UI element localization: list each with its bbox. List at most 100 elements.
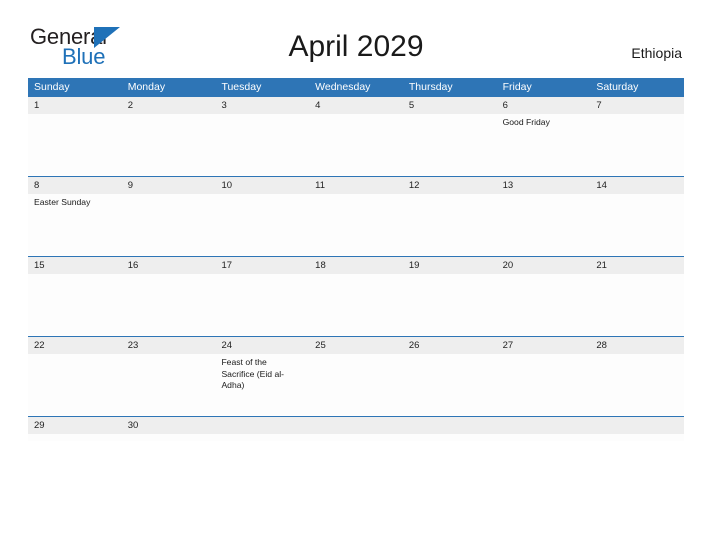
day-number-9[interactable]: 9	[122, 177, 216, 194]
page-header: General Blue April 2029 Ethiopia	[0, 0, 712, 68]
day-cell-events-empty	[215, 194, 309, 255]
day-cell-events-empty	[309, 274, 403, 335]
weekday-header-wednesday: Wednesday	[315, 81, 371, 93]
country-label: Ethiopia	[631, 45, 682, 61]
day-cell-events-empty	[403, 114, 497, 175]
weekday-header-tuesday: Tuesday	[221, 81, 262, 93]
week-event-band	[28, 274, 684, 335]
weekday-header-row: Sunday Monday Tuesday Wednesday Thursday Frid…	[28, 78, 684, 96]
day-cell-events-empty	[403, 274, 497, 335]
day-number-22[interactable]: 22	[28, 337, 122, 354]
day-number-10[interactable]: 10	[215, 177, 309, 194]
day-cell-events-empty	[497, 354, 591, 415]
week-event-band: Good Friday	[28, 114, 684, 175]
weekday-header-thursday: Thursday	[408, 81, 453, 93]
day-number-28[interactable]: 28	[590, 337, 684, 354]
day-number-27[interactable]: 27	[497, 337, 591, 354]
day-number-6[interactable]: 6	[497, 97, 591, 114]
week-date-band: 29 30	[28, 417, 684, 434]
day-cell-events-empty	[590, 434, 684, 441]
week-event-band: Feast of the Sacrifice (Eid al-Adha)	[28, 354, 684, 415]
day-cell-events-empty	[403, 354, 497, 415]
day-cell-events-empty	[497, 434, 591, 441]
weekday-header-monday: Monday	[127, 81, 166, 93]
day-number-14[interactable]: 14	[590, 177, 684, 194]
week-event-band: Easter Sunday	[28, 194, 684, 255]
weekday-header-saturday: Saturday	[596, 81, 639, 93]
day-number-18[interactable]: 18	[309, 257, 403, 274]
calendar-week-row: 15 16 17 18 19 20 21	[28, 256, 684, 336]
day-number-21[interactable]: 21	[590, 257, 684, 274]
week-date-band: 1234567	[28, 97, 684, 114]
day-number-29[interactable]: 29	[28, 417, 122, 434]
day-cell-events-empty	[215, 114, 309, 175]
day-number-empty	[309, 417, 403, 434]
day-number-2[interactable]: 2	[122, 97, 216, 114]
calendar-week-row: 1 2 3 4 5 6 7 Good Friday	[28, 96, 684, 176]
day-cell-events-empty	[215, 274, 309, 335]
day-cell-events-empty	[122, 434, 216, 441]
day-cell-events-empty	[309, 434, 403, 441]
day-cell-events-empty	[403, 194, 497, 255]
calendar-week-row: 29 30	[28, 416, 684, 442]
day-cell-events-empty	[497, 194, 591, 255]
day-cell-events-empty	[309, 114, 403, 175]
day-cell-events-empty	[497, 274, 591, 335]
day-number-13[interactable]: 13	[497, 177, 591, 194]
day-cell-events-8[interactable]: Easter Sunday	[28, 194, 122, 255]
day-cell-events-empty	[122, 274, 216, 335]
calendar-weeks: 1 2 3 4 5 6 7 Good Friday 8 9 10 11 12 13 14 Easter Sun…	[28, 96, 684, 442]
calendar-week-row: 22 23 24 25 26 27 28 Feast of the Sacrifice (Ei…	[28, 336, 684, 416]
day-number-1[interactable]: 1	[28, 97, 122, 114]
event-label: Good Friday	[502, 117, 550, 127]
day-number-30[interactable]: 30	[122, 417, 216, 434]
week-date-band: 22 23 24 25 26 27 28	[28, 337, 684, 354]
day-number-4[interactable]: 4	[309, 97, 403, 114]
day-number-empty	[403, 417, 497, 434]
weekday-header-friday: Friday	[502, 81, 532, 93]
day-number-23[interactable]: 23	[122, 337, 216, 354]
day-number-20[interactable]: 20	[497, 257, 591, 274]
calendar-grid: Sunday Monday Tuesday Wednesday Thursday Frid…	[28, 78, 684, 442]
day-cell-events-empty	[28, 354, 122, 415]
week-date-band: 8 9 10 11 12 13 14	[28, 177, 684, 194]
weekday-header-sunday: Sunday	[34, 81, 70, 93]
day-number-12[interactable]: 12	[403, 177, 497, 194]
day-cell-events-6[interactable]: Good Friday	[497, 114, 591, 175]
day-cell-events-empty	[309, 354, 403, 415]
day-cell-events-empty	[28, 114, 122, 175]
day-cell-events-24[interactable]: Feast of the Sacrifice (Eid al-Adha)	[215, 354, 309, 415]
day-number-19[interactable]: 19	[403, 257, 497, 274]
day-cell-events-empty	[590, 194, 684, 255]
day-number-8[interactable]: 8	[28, 177, 122, 194]
calendar-week-row: 8 9 10 11 12 13 14 Easter Sunday	[28, 176, 684, 256]
day-number-26[interactable]: 26	[403, 337, 497, 354]
calendar-page: General Blue April 2029 Ethiopia Sunday M…	[0, 0, 712, 550]
day-number-7[interactable]: 7	[590, 97, 684, 114]
day-number-17[interactable]: 17	[215, 257, 309, 274]
day-number-11[interactable]: 11	[309, 177, 403, 194]
day-cell-events-empty	[28, 274, 122, 335]
day-number-3[interactable]: 3	[215, 97, 309, 114]
day-cell-events-empty	[590, 354, 684, 415]
week-date-band: 15 16 17 18 19 20 21	[28, 257, 684, 274]
day-cell-events-empty	[403, 434, 497, 441]
event-label: Feast of the Sacrifice (Eid al-Adha)	[221, 357, 284, 390]
day-number-15[interactable]: 15	[28, 257, 122, 274]
day-number-5[interactable]: 5	[403, 97, 497, 114]
day-cell-events-empty	[122, 114, 216, 175]
day-number-empty	[497, 417, 591, 434]
day-number-empty	[590, 417, 684, 434]
week-event-band	[28, 434, 684, 441]
day-cell-events-empty	[590, 274, 684, 335]
day-cell-events-empty	[309, 194, 403, 255]
day-number-25[interactable]: 25	[309, 337, 403, 354]
day-cell-events-empty	[28, 434, 122, 441]
day-number-empty	[215, 417, 309, 434]
day-number-16[interactable]: 16	[122, 257, 216, 274]
day-cell-events-empty	[122, 194, 216, 255]
event-label: Easter Sunday	[34, 197, 91, 207]
day-cell-events-empty	[215, 434, 309, 441]
page-title: April 2029	[288, 30, 424, 63]
day-number-24[interactable]: 24	[215, 337, 309, 354]
